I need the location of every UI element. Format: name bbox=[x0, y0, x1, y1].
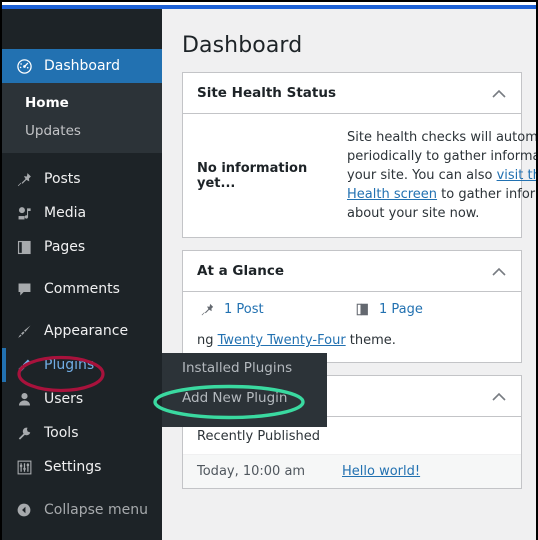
page-title: Dashboard bbox=[182, 33, 303, 58]
sidebar-item-label: Dashboard bbox=[44, 58, 120, 74]
sidebar-item-tools[interactable]: Tools bbox=[2, 416, 162, 450]
glance-pages-link[interactable]: 1 Page bbox=[352, 302, 507, 317]
plugins-flyout-menu: Installed Plugins Add New Plugin bbox=[162, 353, 327, 427]
admin-sidebar: Dashboard Home Updates Posts Media Pages bbox=[2, 9, 170, 540]
wordpress-admin-screenshot: Dashboard Site Health Status No informat… bbox=[0, 0, 538, 540]
activity-timestamp: Today, 10:00 am bbox=[197, 464, 306, 479]
main-content-area: Dashboard Site Health Status No informat… bbox=[162, 9, 536, 540]
site-health-panel: Site Health Status No information yet...… bbox=[182, 72, 536, 238]
version-suffix: theme. bbox=[345, 333, 396, 348]
dashboard-submenu: Home Updates bbox=[2, 83, 162, 153]
top-accent-bar bbox=[2, 5, 536, 9]
sidebar-item-users[interactable]: Users bbox=[2, 382, 162, 416]
comment-bubble-icon bbox=[13, 279, 35, 299]
at-a-glance-header[interactable]: At a Glance bbox=[183, 251, 521, 292]
activity-post-link[interactable]: Hello world! bbox=[342, 464, 420, 479]
sidebar-sep-1 bbox=[2, 153, 162, 162]
site-health-line-4-text: to gather informa bbox=[441, 187, 536, 202]
site-health-line-3: your site. You can also visit the S bbox=[347, 166, 536, 185]
at-a-glance-version: ng Twenty Twenty-Four theme. bbox=[197, 333, 507, 348]
site-health-line-2: periodically to gather informatio bbox=[347, 149, 536, 164]
sidebar-item-label: Collapse menu bbox=[44, 502, 148, 518]
chevron-up-icon[interactable] bbox=[489, 83, 509, 103]
sidebar-item-label: Plugins bbox=[44, 357, 95, 373]
sidebar-item-label: Appearance bbox=[44, 323, 129, 339]
pushpin-icon bbox=[197, 302, 217, 317]
collapse-arrow-icon bbox=[13, 500, 35, 520]
site-health-link-cont[interactable]: Health screen bbox=[347, 187, 437, 202]
sidebar-item-label: Settings bbox=[44, 459, 102, 475]
sidebar-item-label: Tools bbox=[44, 425, 79, 441]
pages-icon bbox=[13, 237, 35, 257]
media-icon bbox=[13, 203, 35, 223]
at-a-glance-body: 1 Post 1 Page ng Twenty Twenty-Four them… bbox=[183, 292, 521, 362]
site-health-line-3-text: your site. You can also bbox=[347, 168, 497, 183]
glance-pages-label: 1 Page bbox=[379, 302, 423, 317]
chevron-up-icon[interactable] bbox=[489, 261, 509, 281]
sidebar-item-label: Media bbox=[44, 205, 87, 221]
chevron-up-icon[interactable] bbox=[489, 386, 509, 406]
sidebar-item-plugins[interactable]: Plugins bbox=[2, 348, 162, 382]
glance-posts-link[interactable]: 1 Post bbox=[197, 302, 352, 317]
sidebar-subitem-home[interactable]: Home bbox=[2, 89, 162, 117]
sidebar-item-label: Pages bbox=[44, 239, 86, 255]
site-health-line-5: about your site now. bbox=[347, 206, 480, 221]
at-a-glance-counts: 1 Post 1 Page bbox=[197, 302, 507, 317]
sidebar-item-collapse-menu[interactable]: Collapse menu bbox=[2, 493, 162, 527]
site-health-status: No information yet... bbox=[197, 160, 308, 191]
at-a-glance-panel: At a Glance 1 Post 1 Page ng Twenty Twen… bbox=[182, 250, 522, 363]
sidebar-item-media[interactable]: Media bbox=[2, 196, 162, 230]
sidebar-item-dashboard[interactable]: Dashboard bbox=[2, 49, 170, 83]
activity-row: Today, 10:00 am Hello world! bbox=[183, 454, 521, 488]
site-health-line-1: Site health checks will automatic bbox=[347, 130, 536, 145]
site-health-line-4: Health screen to gather informa bbox=[347, 185, 536, 204]
site-health-header[interactable]: Site Health Status bbox=[183, 73, 521, 114]
at-a-glance-title: At a Glance bbox=[197, 263, 284, 279]
flyout-pointer-arrow bbox=[154, 362, 170, 378]
sidebar-item-label: Users bbox=[44, 391, 84, 407]
site-health-description: Site health checks will automatic period… bbox=[347, 128, 536, 223]
plug-icon bbox=[13, 355, 35, 375]
sliders-icon bbox=[13, 457, 35, 477]
sidebar-item-label: Posts bbox=[44, 171, 81, 187]
pages-icon bbox=[352, 302, 372, 317]
site-health-body: No information yet... Site health checks… bbox=[183, 114, 536, 237]
pushpin-icon bbox=[13, 169, 35, 189]
glance-posts-label: 1 Post bbox=[224, 302, 264, 317]
sidebar-subitem-updates[interactable]: Updates bbox=[2, 117, 162, 145]
sidebar-item-comments[interactable]: Comments bbox=[2, 272, 162, 306]
paintbrush-icon bbox=[13, 321, 35, 341]
flyout-item-add-new-plugin[interactable]: Add New Plugin bbox=[162, 383, 327, 413]
wrench-icon bbox=[13, 423, 35, 443]
site-health-title: Site Health Status bbox=[197, 85, 337, 101]
sidebar-item-posts[interactable]: Posts bbox=[2, 162, 162, 196]
sidebar-item-label: Comments bbox=[44, 281, 120, 297]
sidebar-item-pages[interactable]: Pages bbox=[2, 230, 162, 264]
flyout-item-installed-plugins[interactable]: Installed Plugins bbox=[162, 353, 327, 383]
dashboard-gauge-icon bbox=[13, 56, 35, 76]
sidebar-top-spacer bbox=[2, 9, 162, 49]
theme-link[interactable]: Twenty Twenty-Four bbox=[218, 333, 346, 348]
sidebar-item-appearance[interactable]: Appearance bbox=[2, 314, 162, 348]
sidebar-item-settings[interactable]: Settings bbox=[2, 450, 162, 484]
site-health-link[interactable]: visit the S bbox=[497, 168, 536, 183]
user-icon bbox=[13, 389, 35, 409]
version-prefix: ng bbox=[197, 333, 218, 348]
